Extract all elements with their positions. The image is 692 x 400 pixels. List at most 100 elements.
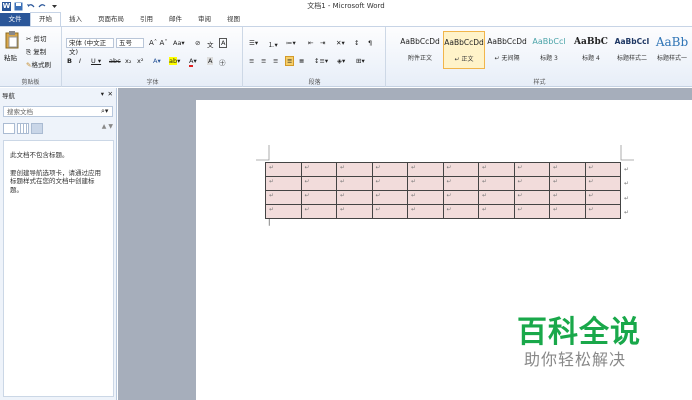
nav-search-input[interactable]: 搜索文档 [3, 106, 113, 117]
table-cell[interactable]: ↵ [513, 176, 550, 191]
table-cell[interactable]: ↵ [549, 190, 586, 205]
table-cell[interactable]: ↵ [336, 204, 373, 219]
table-cell[interactable]: ↵ [513, 204, 550, 219]
table-cell[interactable]: ↵ [371, 190, 408, 205]
table-cell[interactable]: ↵ [549, 162, 586, 177]
next-icon[interactable]: ▼ [108, 123, 113, 135]
table-cell[interactable]: ↵ [442, 190, 479, 205]
font-name-box[interactable]: 宋体 (中文正文) [66, 38, 114, 56]
subscript-button[interactable]: x₂ [125, 57, 131, 65]
shading-button[interactable]: ◈▾ [337, 57, 345, 65]
cut-button[interactable]: ✂ 剪切 [26, 33, 47, 43]
line-spacing-button[interactable]: ↕≡▾ [314, 57, 328, 65]
table-cell[interactable]: ↵ [478, 190, 515, 205]
table-cell[interactable]: ↵ [265, 204, 302, 219]
table-cell[interactable]: ↵ [407, 190, 444, 205]
underline-button[interactable]: U ▾ [91, 57, 101, 65]
tab-page-layout[interactable]: 页面布局 [90, 13, 132, 26]
enclose-characters-icon[interactable]: ㊉ [219, 57, 226, 67]
table-cell[interactable]: ↵ [478, 176, 515, 191]
pages-view-icon[interactable] [17, 123, 29, 134]
table-cell[interactable]: ↵ [407, 204, 444, 219]
table-cell[interactable]: ↵ [300, 162, 337, 177]
table-cell[interactable]: ↵ [407, 162, 444, 177]
document-table[interactable]: ↵ ↵ ↵ ↵ ↵ ↵ ↵ ↵ ↵ ↵ ↵ ↵ ↵ ↵ ↵ ↵ ↵ ↵ ↵ ↵ ↵ ↵ ↵ ↵ ↵ ↵ ↵ ↵ ↵ ↵ ↵ ↵ ↵ ↵ ↵ ↵ ↵ ↵ ↵ ↵ [265, 162, 621, 219]
table-cell[interactable]: ↵ [584, 204, 621, 219]
strikethrough-button[interactable]: abc [109, 57, 121, 65]
table-cell[interactable]: ↵ [371, 176, 408, 191]
table-cell[interactable]: ↵ [478, 204, 515, 219]
tab-file[interactable]: 文件 [0, 13, 30, 26]
justify-button[interactable]: ≡ [285, 56, 295, 66]
search-icon[interactable]: ⌕▾ [101, 107, 108, 116]
clear-formatting-icon[interactable]: ⊘ [195, 39, 200, 47]
nav-menu-icon[interactable]: ▾ [101, 90, 104, 98]
table-cell[interactable]: ↵ [265, 190, 302, 205]
change-case-button[interactable]: Aa▾ [173, 39, 185, 47]
table-cell[interactable]: ↵ [300, 204, 337, 219]
headings-view-icon[interactable] [3, 123, 15, 134]
style-item[interactable]: AaBbCcI 标题样式二 [611, 31, 653, 69]
table-cell[interactable]: ↵ [478, 162, 515, 177]
text-effects-button[interactable]: A▾ [153, 57, 161, 65]
grow-font-button[interactable]: Aˆ Aˇ [149, 39, 168, 47]
table-cell[interactable]: ↵ [584, 190, 621, 205]
highlight-button[interactable]: ab▾ [169, 57, 180, 65]
table-cell[interactable]: ↵ [265, 162, 302, 177]
multilevel-list-button[interactable]: ≔▾ [286, 39, 296, 47]
numbering-button[interactable]: ⒈▾ [268, 39, 278, 49]
tab-home[interactable]: 开始 [30, 12, 61, 26]
table-cell[interactable]: ↵ [513, 162, 550, 177]
character-border-icon[interactable]: A [219, 38, 228, 48]
superscript-button[interactable]: x² [137, 57, 143, 65]
close-icon[interactable]: ✕ [108, 90, 113, 98]
align-left-button[interactable]: ≡ [249, 57, 254, 65]
table-cell[interactable]: ↵ [584, 162, 621, 177]
tab-review[interactable]: 审阅 [190, 13, 219, 26]
show-marks-button[interactable]: ¶ [368, 39, 372, 47]
character-shading-icon[interactable]: A [207, 57, 214, 65]
align-center-button[interactable]: ≡ [261, 57, 266, 65]
table-cell[interactable]: ↵ [265, 176, 302, 191]
tab-references[interactable]: 引用 [132, 13, 161, 26]
tab-insert[interactable]: 插入 [61, 13, 90, 26]
table-cell[interactable]: ↵ [300, 176, 337, 191]
sort-button[interactable]: ↕ [354, 39, 359, 47]
copy-button[interactable]: ⎘ 复制 [26, 46, 46, 57]
style-item-selected[interactable]: AaBbCcDd ↵ 正文 [443, 31, 485, 69]
chinese-layout-button[interactable]: ✕▾ [336, 39, 345, 47]
table-cell[interactable]: ↵ [584, 176, 621, 191]
paste-icon[interactable] [5, 31, 19, 49]
table-cell[interactable]: ↵ [513, 190, 550, 205]
style-item[interactable]: AaBbCcDd 附件正文 [399, 31, 441, 69]
style-item[interactable]: AaBbCcl 标题 3 [528, 31, 570, 69]
tab-mailings[interactable]: 邮件 [161, 13, 190, 26]
font-size-box[interactable]: 五号 [116, 38, 144, 48]
distributed-button[interactable]: ≣ [299, 57, 304, 65]
table-cell[interactable]: ↵ [371, 162, 408, 177]
table-cell[interactable]: ↵ [407, 176, 444, 191]
table-cell[interactable]: ↵ [336, 162, 373, 177]
previous-icon[interactable]: ▲ [102, 123, 107, 135]
table-cell[interactable]: ↵ [442, 176, 479, 191]
table-cell[interactable]: ↵ [549, 204, 586, 219]
phonetic-guide-icon[interactable]: 文 [207, 39, 214, 49]
results-view-icon[interactable] [31, 123, 43, 134]
table-cell[interactable]: ↵ [371, 204, 408, 219]
italic-button[interactable]: I [79, 57, 81, 65]
paste-button[interactable]: 粘贴 [4, 52, 17, 62]
table-cell[interactable]: ↵ [336, 176, 373, 191]
table-cell[interactable]: ↵ [549, 176, 586, 191]
font-color-button[interactable]: A▾ [189, 57, 197, 67]
increase-indent-button[interactable]: ⇥ [320, 39, 325, 47]
bullets-button[interactable]: ☰▾ [249, 39, 258, 47]
format-painter-button[interactable]: ✎格式刷 [26, 59, 51, 69]
style-item[interactable]: AaBbC 标题 4 [570, 31, 612, 69]
table-cell[interactable]: ↵ [442, 204, 479, 219]
align-right-button[interactable]: ≡ [273, 57, 278, 65]
borders-button[interactable]: ⊞▾ [356, 57, 365, 65]
style-item[interactable]: AaBb 标题样式一 [651, 31, 692, 69]
decrease-indent-button[interactable]: ⇤ [308, 39, 313, 47]
table-cell[interactable]: ↵ [442, 162, 479, 177]
table-cell[interactable]: ↵ [300, 190, 337, 205]
